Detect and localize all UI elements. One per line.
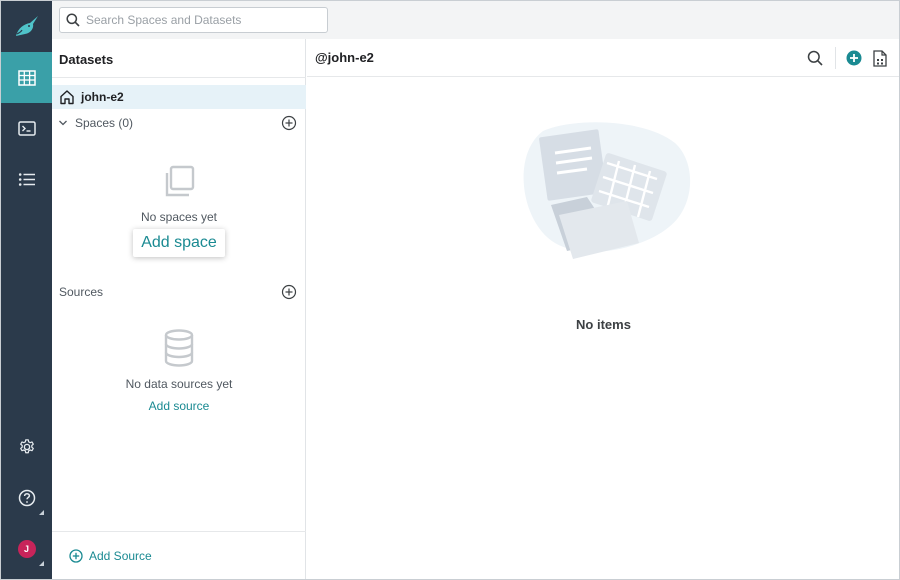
database-icon	[164, 329, 194, 367]
add-space-button[interactable]: Add space	[133, 229, 225, 257]
divider	[52, 77, 306, 78]
search-input[interactable]	[86, 13, 316, 27]
search-icon	[66, 13, 80, 27]
nav-help[interactable]	[1, 472, 52, 523]
plus-circle-icon	[69, 549, 83, 563]
nav-datasets[interactable]	[1, 52, 52, 103]
empty-state-message: No items	[576, 317, 631, 332]
spaces-section-header[interactable]: Spaces (0)	[52, 112, 306, 134]
add-source-link[interactable]: Add source	[149, 399, 210, 413]
add-space-icon[interactable]	[281, 115, 297, 131]
nav-sql-runner[interactable]	[1, 103, 52, 154]
spaces-empty-state: No spaces yet Add space	[52, 164, 306, 257]
spaces-label: Spaces (0)	[75, 116, 134, 130]
app-window: J Datasets john-e2 Spaces (0)	[0, 0, 900, 580]
add-source-button[interactable]: Add Source	[69, 549, 152, 563]
gear-icon	[19, 438, 34, 453]
main-content: @john-e2 No items	[307, 39, 899, 579]
plus-circle-filled-icon	[846, 50, 862, 66]
sources-empty-state: No data sources yet Add source	[52, 329, 306, 415]
search-button[interactable]	[806, 49, 824, 67]
search-box[interactable]	[59, 7, 328, 33]
chevron-down-icon[interactable]	[58, 118, 68, 128]
nav-user-menu[interactable]: J	[1, 523, 52, 574]
add-source-button-label: Add Source	[89, 549, 152, 563]
spaces-empty-message: No spaces yet	[140, 210, 218, 224]
panel-title: Datasets	[59, 52, 114, 67]
document-add-icon	[873, 49, 887, 67]
home-space-item[interactable]: john-e2	[52, 85, 306, 109]
new-file-button[interactable]	[871, 49, 889, 67]
menu-caret-icon	[39, 561, 44, 566]
search-icon	[807, 50, 823, 66]
grid-table-icon	[17, 69, 36, 86]
nav-jobs[interactable]	[1, 154, 52, 205]
add-button[interactable]	[845, 49, 863, 67]
home-space-label: john-e2	[81, 90, 124, 104]
help-circle-icon	[18, 489, 35, 506]
nav-settings[interactable]	[1, 421, 52, 472]
copy-stack-icon	[165, 165, 195, 197]
list-icon	[18, 173, 35, 186]
page-title: @john-e2	[315, 50, 374, 65]
sources-label: Sources	[59, 285, 104, 299]
main-header: @john-e2	[307, 39, 899, 77]
sources-section-header: Sources	[52, 281, 306, 303]
left-rail: J	[1, 1, 52, 579]
home-icon	[60, 90, 74, 105]
datasets-panel: Datasets john-e2 Spaces (0) No spaces ye…	[52, 39, 306, 579]
sources-empty-message: No data sources yet	[125, 377, 233, 391]
top-bar	[52, 1, 899, 39]
divider	[835, 47, 836, 69]
divider	[52, 531, 306, 532]
avatar: J	[17, 539, 36, 558]
add-source-icon[interactable]	[281, 284, 297, 300]
empty-illustration	[523, 122, 691, 259]
narwhal-logo-icon[interactable]	[1, 1, 52, 52]
terminal-icon	[17, 121, 36, 136]
menu-caret-icon	[39, 510, 44, 515]
